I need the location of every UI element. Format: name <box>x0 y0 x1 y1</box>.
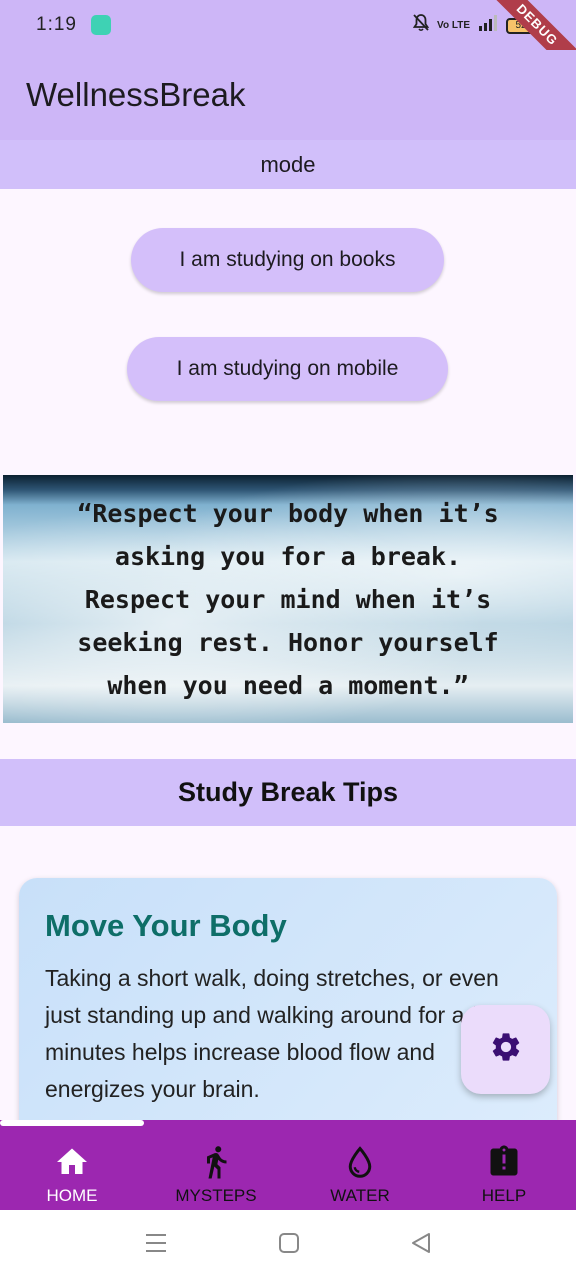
quote-line: “Respect your body when it’s <box>77 498 499 528</box>
status-bar: 1:19 Vo LTE 52 DEBUG <box>0 0 576 86</box>
scroll-indicator <box>0 1120 144 1126</box>
studying-on-books-button[interactable]: I am studying on books <box>131 228 444 292</box>
mode-bar: mode <box>0 140 576 189</box>
walking-icon <box>198 1140 234 1184</box>
nav-item-mysteps[interactable]: MYSTEPS <box>144 1120 288 1210</box>
nav-item-home[interactable]: HOME <box>0 1120 144 1210</box>
signal-icon <box>478 15 498 36</box>
nav-label-mysteps: MYSTEPS <box>175 1186 257 1205</box>
settings-fab[interactable] <box>461 1005 550 1094</box>
studying-on-mobile-button[interactable]: I am studying on mobile <box>127 337 448 401</box>
home-icon <box>54 1140 90 1184</box>
quote-line: when you need a moment.” <box>107 670 469 700</box>
status-time: 1:19 <box>36 14 77 35</box>
app-bar: WellnessBreak <box>0 50 576 140</box>
home-square-icon[interactable] <box>278 1232 300 1259</box>
recent-apps-icon[interactable] <box>144 1232 168 1259</box>
quote-line: seeking rest. Honor yourself <box>77 627 499 657</box>
mode-label: mode <box>260 151 316 177</box>
settings-icon <box>489 1030 523 1069</box>
quote-line: asking you for a break. <box>114 541 462 571</box>
tips-header: Study Break Tips <box>0 759 576 826</box>
quote-image: “Respect your body when it’s asking you … <box>3 475 573 723</box>
nav-item-water[interactable]: WATER <box>288 1120 432 1210</box>
nav-item-help[interactable]: HELP <box>432 1120 576 1210</box>
nav-label-water: WATER <box>330 1186 390 1205</box>
tip-body: Taking a short walk, doing stretches, or… <box>45 965 507 1102</box>
app-notification-icon <box>90 15 111 35</box>
system-nav-bar <box>0 1210 576 1280</box>
nav-label-help: HELP <box>481 1186 527 1205</box>
bottom-nav: HOME MYSTEPS WATER HELP <box>0 1120 576 1210</box>
help-clipboard-icon <box>486 1140 522 1184</box>
tip-heading: Move Your Body <box>45 908 287 943</box>
bell-muted-icon <box>412 14 430 37</box>
tips-title: Study Break Tips <box>177 777 399 807</box>
app-title: WellnessBreak <box>26 76 246 113</box>
nav-label-home: HOME <box>46 1186 98 1205</box>
quote-line: Respect your mind when it’s <box>84 584 492 614</box>
back-triangle-icon[interactable] <box>410 1232 432 1259</box>
water-drop-icon <box>342 1140 378 1184</box>
volte-label: Vo LTE <box>437 20 470 31</box>
